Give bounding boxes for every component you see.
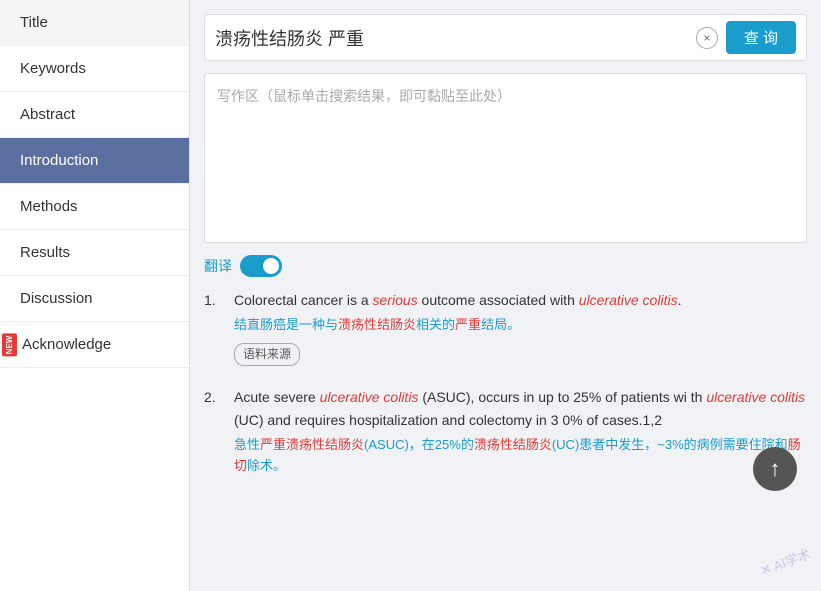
clear-icon: × bbox=[703, 31, 710, 45]
result-number: 1. bbox=[204, 289, 224, 370]
sidebar-item-label: Results bbox=[20, 244, 70, 261]
sidebar-item-label: Abstract bbox=[20, 106, 75, 123]
result-item: 1. Colorectal cancer is a serious outcom… bbox=[204, 289, 807, 370]
writing-area[interactable]: 写作区（鼠标单击搜索结果，即可黏贴至此处） bbox=[204, 73, 807, 243]
search-input[interactable] bbox=[215, 27, 688, 48]
sidebar-item-introduction[interactable]: Introduction bbox=[0, 138, 189, 184]
translate-label: 翻译 bbox=[204, 256, 232, 276]
search-button[interactable]: 查 询 bbox=[726, 21, 796, 54]
sidebar-item-acknowledge[interactable]: Acknowledge bbox=[0, 322, 189, 368]
sidebar-item-label: Discussion bbox=[20, 290, 93, 307]
result-content: Colorectal cancer is a serious outcome a… bbox=[234, 289, 807, 370]
result-content: Acute severe ulcerative colitis (ASUC), … bbox=[234, 386, 807, 482]
search-bar: × 查 询 bbox=[204, 14, 807, 61]
sidebar-item-keywords[interactable]: Keywords bbox=[0, 46, 189, 92]
sidebar: Title Keywords Abstract Introduction Met… bbox=[0, 0, 190, 591]
scroll-up-button[interactable]: ↑ bbox=[753, 447, 797, 491]
result-cn-text[interactable]: 急性严重溃疡性结肠炎(ASUC)，在25%的溃疡性结肠炎(UC)患者中发生，~3… bbox=[234, 435, 807, 477]
translate-toggle[interactable] bbox=[240, 255, 282, 277]
result-cn-text[interactable]: 结直肠癌是一种与溃疡性结肠炎相关的严重结局。 bbox=[234, 315, 807, 336]
main-content: × 查 询 写作区（鼠标单击搜索结果，即可黏贴至此处） 翻译 1. Colore… bbox=[190, 0, 821, 591]
sidebar-item-title[interactable]: Title bbox=[0, 0, 189, 46]
sidebar-item-methods[interactable]: Methods bbox=[0, 184, 189, 230]
writing-area-placeholder: 写作区（鼠标单击搜索结果，即可黏贴至此处） bbox=[217, 88, 511, 104]
result-item: 2. Acute severe ulcerative colitis (ASUC… bbox=[204, 386, 807, 482]
scroll-up-icon: ↑ bbox=[770, 456, 781, 482]
sidebar-item-results[interactable]: Results bbox=[0, 230, 189, 276]
result-en-text[interactable]: Acute severe ulcerative colitis (ASUC), … bbox=[234, 386, 807, 431]
sidebar-item-abstract[interactable]: Abstract bbox=[0, 92, 189, 138]
sidebar-item-label: Introduction bbox=[20, 152, 98, 169]
sidebar-item-label: Acknowledge bbox=[22, 336, 111, 353]
search-clear-button[interactable]: × bbox=[696, 27, 718, 49]
sidebar-item-label: Keywords bbox=[20, 60, 86, 77]
result-en-text[interactable]: Colorectal cancer is a serious outcome a… bbox=[234, 289, 807, 311]
sidebar-item-discussion[interactable]: Discussion bbox=[0, 276, 189, 322]
sidebar-item-label: Methods bbox=[20, 198, 78, 215]
source-badge[interactable]: 语料来源 bbox=[234, 343, 300, 366]
results-list: 1. Colorectal cancer is a serious outcom… bbox=[204, 289, 807, 483]
sidebar-item-label: Title bbox=[20, 14, 48, 31]
translate-row: 翻译 bbox=[204, 255, 807, 277]
result-number: 2. bbox=[204, 386, 224, 482]
